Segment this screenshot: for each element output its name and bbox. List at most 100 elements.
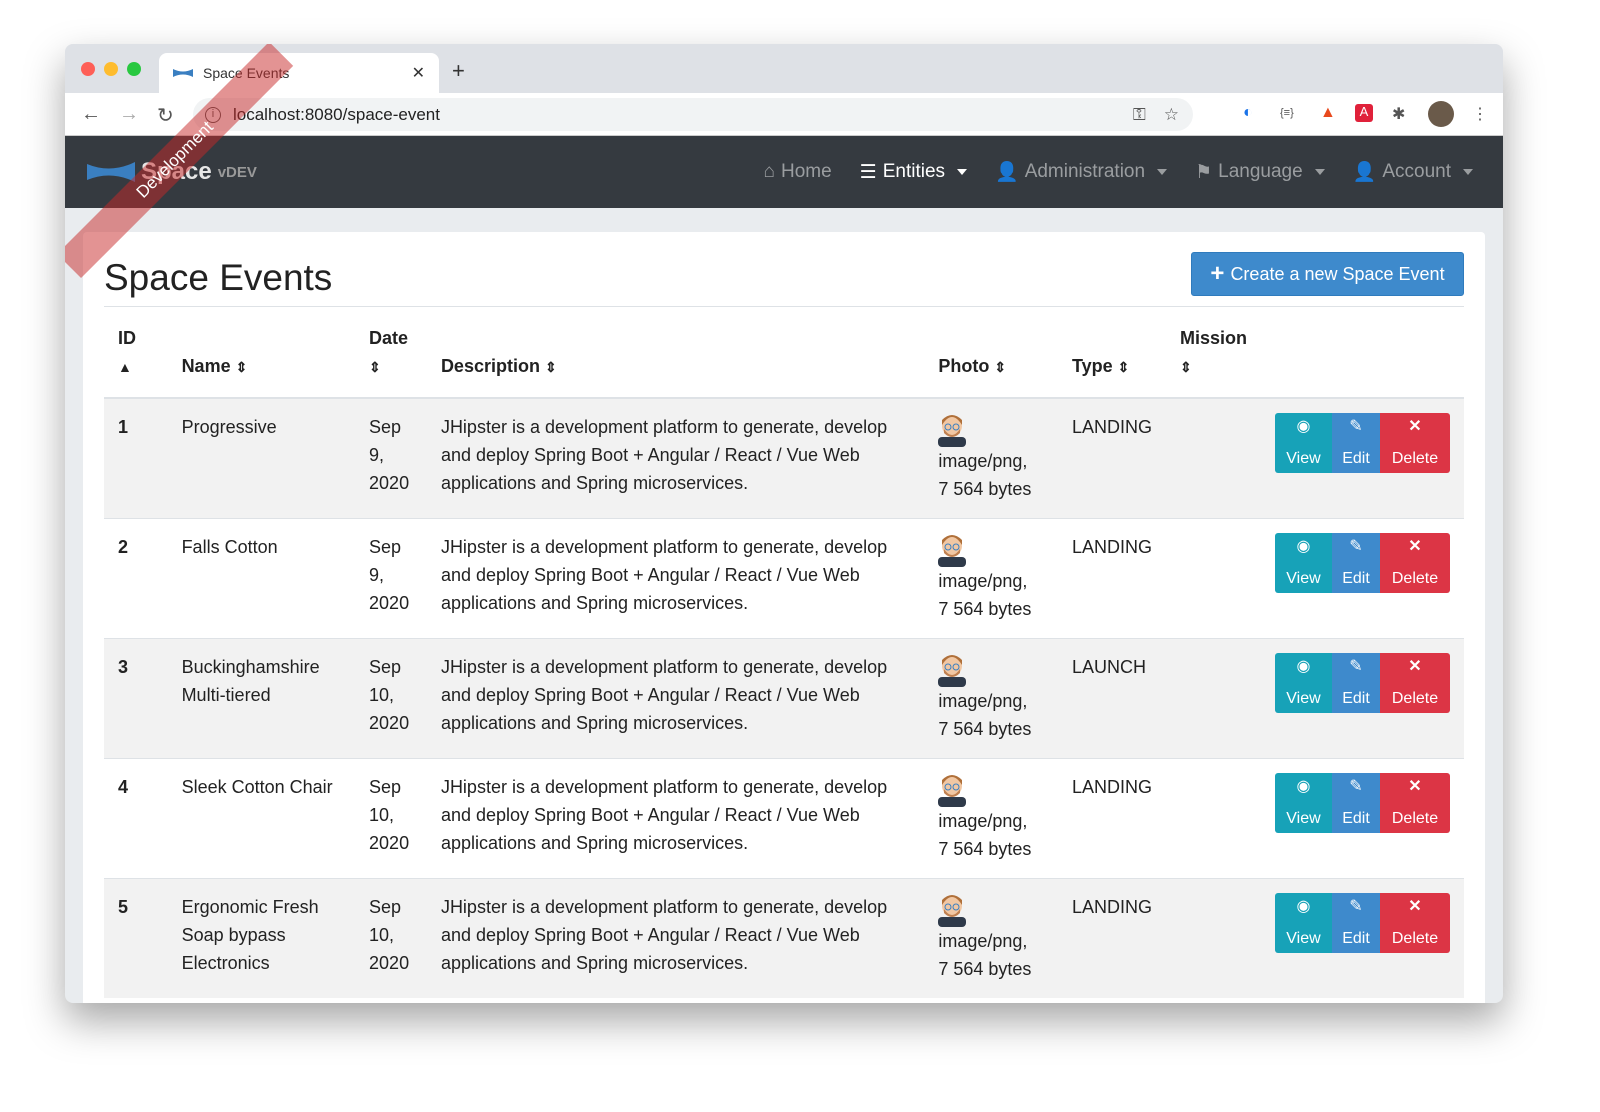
view-label: View <box>1286 929 1321 947</box>
photo-content-type[interactable]: image/png, <box>938 811 1027 831</box>
photo-content-type[interactable]: image/png, <box>938 571 1027 591</box>
maximize-window-button[interactable] <box>127 62 141 76</box>
nav-home-label: Home <box>780 161 832 182</box>
row-id-link[interactable]: 2 <box>118 537 128 557</box>
edit-button[interactable]: ✎ Edit <box>1332 892 1380 953</box>
close-window-button[interactable] <box>81 62 95 76</box>
forward-icon[interactable]: → <box>119 103 139 126</box>
browser-tab[interactable]: Space Events ✕ <box>159 53 439 93</box>
lighthouse-icon[interactable]: ▲ <box>1320 104 1336 122</box>
caret-down-icon <box>1463 169 1473 175</box>
row-description: JHipster is a development platform to ge… <box>440 776 888 853</box>
row-description: JHipster is a development platform to ge… <box>440 656 888 733</box>
row-type: LAUNCH <box>1071 656 1146 677</box>
row-id-link[interactable]: 4 <box>118 777 128 797</box>
browser-window: Space Events ✕ + ← → ↻ i localhost:8080/… <box>65 44 1503 1003</box>
view-button[interactable]: ◉ View <box>1275 892 1332 953</box>
close-tab-icon[interactable]: ✕ <box>412 63 425 83</box>
photo-content-type[interactable]: image/png, <box>938 451 1027 471</box>
header-mission[interactable]: Mission ⇕ <box>1165 320 1261 399</box>
menu-dots-icon[interactable]: ⋮ <box>1472 104 1488 124</box>
row-name: Sleek Cotton Chair <box>181 776 333 797</box>
header-id[interactable]: ID ▲ <box>104 320 168 399</box>
photo-content-type[interactable]: image/png, <box>938 691 1027 711</box>
nav-administration[interactable]: 👤 Administration <box>995 160 1168 184</box>
row-description: JHipster is a development platform to ge… <box>440 417 888 493</box>
view-button[interactable]: ◉ View <box>1275 652 1332 713</box>
key-icon[interactable]: ⚿ <box>1133 105 1146 125</box>
row-id-link[interactable]: 5 <box>118 897 128 917</box>
sort-icon: ⇕ <box>235 359 248 375</box>
row-name: Progressive <box>181 417 277 437</box>
times-icon: ✕ <box>1408 418 1422 435</box>
header-name[interactable]: Name ⇕ <box>167 320 356 399</box>
create-space-event-button[interactable]: + Create a new Space Event <box>1191 252 1464 296</box>
delete-label: Delete <box>1391 809 1439 827</box>
photo-thumbnail[interactable] <box>938 413 967 447</box>
minimize-window-button[interactable] <box>104 62 118 76</box>
row-date: Sep 9, 2020 <box>369 417 410 493</box>
row-name: Buckinghamshire Multi-tiered <box>181 656 320 705</box>
app-navbar: Space vDEV ⌂ Home ☰ Entities 👤 Administrati… <box>65 136 1503 208</box>
edit-button[interactable]: ✎ Edit <box>1332 413 1380 473</box>
eye-icon: ◉ <box>1296 897 1311 915</box>
caret-down-icon <box>1157 169 1168 175</box>
header-photo[interactable]: Photo ⇕ <box>924 320 1058 399</box>
edit-label: Edit <box>1342 929 1370 947</box>
row-description: JHipster is a development platform to ge… <box>440 536 888 613</box>
delete-button[interactable]: ✕ Delete <box>1380 652 1450 713</box>
view-button[interactable]: ◉ View <box>1275 532 1332 593</box>
pencil-icon: ✎ <box>1349 777 1363 795</box>
sort-icon: ⇕ <box>369 359 381 375</box>
photo-thumbnail[interactable] <box>938 653 967 687</box>
edit-button[interactable]: ✎ Edit <box>1332 652 1380 713</box>
header-type[interactable]: Type ⇕ <box>1057 320 1166 399</box>
delete-button[interactable]: ✕ Delete <box>1380 772 1450 833</box>
photo-thumbnail[interactable] <box>938 773 967 807</box>
reload-icon[interactable]: ↻ <box>157 103 174 128</box>
sort-icon: ⇕ <box>1117 359 1130 375</box>
delete-button[interactable]: ✕ Delete <box>1380 532 1450 593</box>
caret-down-icon <box>957 169 968 175</box>
view-button[interactable]: ◉ View <box>1275 413 1332 473</box>
header-date[interactable]: Date ⇕ <box>355 320 427 399</box>
star-icon[interactable]: ☆ <box>1164 105 1179 125</box>
nav-language[interactable]: ⚑ Language <box>1195 160 1325 184</box>
nav-home[interactable]: ⌂ Home <box>763 160 831 184</box>
nav-account-label: Account <box>1382 161 1451 182</box>
nav-entities-label: Entities <box>882 161 946 182</box>
edit-label: Edit <box>1342 689 1370 707</box>
puzzle-icon[interactable]: ✱ <box>1392 104 1405 124</box>
header-label: Type <box>1071 356 1113 376</box>
delete-button[interactable]: ✕ Delete <box>1380 413 1450 473</box>
new-tab-button[interactable]: + <box>452 58 465 84</box>
table-row: 3 Buckinghamshire Multi-tiered Sep 10, 2… <box>104 637 1464 758</box>
nav-language-label: Language <box>1218 161 1303 182</box>
photo-thumbnail[interactable] <box>938 533 967 567</box>
json-extension-icon[interactable]: {≡} <box>1280 107 1294 119</box>
header-description[interactable]: Description ⇕ <box>426 320 925 399</box>
nav-entities[interactable]: ☰ Entities <box>860 160 968 184</box>
nav-account[interactable]: 👤 Account <box>1353 160 1473 184</box>
favicon-icon <box>173 69 193 77</box>
edit-button[interactable]: ✎ Edit <box>1332 532 1380 593</box>
back-icon[interactable]: ← <box>81 103 101 126</box>
brand-logo[interactable]: Space vDEV <box>85 158 257 186</box>
photo-content-type[interactable]: image/png, <box>938 931 1027 951</box>
photo-size: 7 564 bytes <box>938 718 1032 739</box>
header-label: Date <box>369 328 409 348</box>
extension-a-icon[interactable]: A <box>1355 104 1373 122</box>
view-button[interactable]: ◉ View <box>1275 772 1332 833</box>
eye-icon: ◉ <box>1296 657 1311 675</box>
row-id-link[interactable]: 1 <box>118 417 128 437</box>
info-icon[interactable]: i <box>205 106 221 123</box>
view-label: View <box>1286 809 1321 827</box>
url-input[interactable]: i localhost:8080/space-event ⚿ ☆ <box>193 98 1193 131</box>
row-id-link[interactable]: 3 <box>118 657 128 677</box>
edit-button[interactable]: ✎ Edit <box>1332 772 1380 833</box>
profile-avatar[interactable] <box>1428 101 1454 127</box>
password-extension-icon[interactable]: ◐ <box>1243 104 1253 122</box>
delete-button[interactable]: ✕ Delete <box>1380 892 1450 953</box>
photo-thumbnail[interactable] <box>938 893 967 927</box>
table-row: 2 Falls Cotton Sep 9, 2020 JHipster is a… <box>104 517 1464 638</box>
